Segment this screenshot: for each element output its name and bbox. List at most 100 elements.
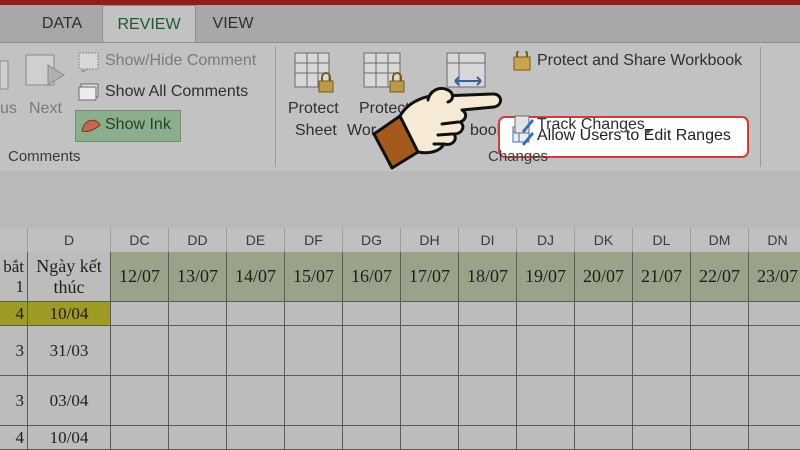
table-cell[interactable]	[459, 376, 517, 426]
table-cell[interactable]	[285, 326, 343, 376]
table-cell[interactable]	[401, 326, 459, 376]
table-cell[interactable]: bắt 1	[0, 252, 28, 302]
date-header-cell[interactable]: 19/07	[517, 252, 575, 302]
previous-comment-button[interactable]: us	[0, 100, 17, 118]
show-all-comments-button[interactable]: Show All Comments	[105, 83, 248, 101]
table-cell[interactable]	[691, 302, 749, 326]
table-cell[interactable]: 31/03	[28, 326, 111, 376]
table-cell[interactable]	[691, 376, 749, 426]
date-header-cell[interactable]: 14/07	[227, 252, 285, 302]
date-header-cell[interactable]: 22/07	[691, 252, 749, 302]
table-cell[interactable]	[285, 376, 343, 426]
table-cell[interactable]: 10/04	[28, 426, 111, 450]
table-cell[interactable]	[227, 426, 285, 450]
table-cell[interactable]	[285, 426, 343, 450]
column-header[interactable]: DI	[459, 228, 517, 252]
table-cell[interactable]: 3	[0, 326, 28, 376]
date-header-cell[interactable]: 15/07	[285, 252, 343, 302]
column-header[interactable]: DF	[285, 228, 343, 252]
table-cell[interactable]	[401, 302, 459, 326]
table-cell[interactable]	[343, 302, 401, 326]
table-cell[interactable]	[227, 302, 285, 326]
table-cell[interactable]	[169, 426, 227, 450]
table-cell[interactable]	[343, 376, 401, 426]
table-cell[interactable]	[459, 426, 517, 450]
chevron-down-icon[interactable]	[643, 123, 653, 141]
table-cell[interactable]	[633, 376, 691, 426]
column-header[interactable]: DN	[749, 228, 800, 252]
table-cell[interactable]	[401, 376, 459, 426]
pointing-hand-icon	[368, 72, 518, 172]
table-cell[interactable]	[111, 376, 169, 426]
table-cell[interactable]	[575, 376, 633, 426]
column-header[interactable]: DH	[401, 228, 459, 252]
column-header[interactable]: DG	[343, 228, 401, 252]
table-cell[interactable]	[111, 426, 169, 450]
date-header-cell[interactable]: 21/07	[633, 252, 691, 302]
tab-view[interactable]: VIEW	[196, 5, 270, 42]
table-cell[interactable]: 4	[0, 426, 28, 450]
column-header[interactable]	[0, 228, 28, 252]
date-header-cell[interactable]: 20/07	[575, 252, 633, 302]
column-header[interactable]: DD	[169, 228, 227, 252]
table-cell[interactable]	[691, 326, 749, 376]
end-date-header-cell[interactable]: Ngày kết thúc	[28, 252, 111, 302]
table-cell[interactable]	[459, 326, 517, 376]
table-cell[interactable]	[227, 326, 285, 376]
protect-sheet-icon	[293, 51, 337, 100]
protect-and-share-workbook-button[interactable]: Protect and Share Workbook	[537, 52, 742, 70]
table-cell[interactable]	[459, 302, 517, 326]
table-cell[interactable]	[575, 326, 633, 376]
table-cell[interactable]	[227, 376, 285, 426]
tab-data[interactable]: DATA	[22, 5, 102, 42]
table-cell[interactable]	[575, 302, 633, 326]
date-header-cell[interactable]: 17/07	[401, 252, 459, 302]
table-cell[interactable]: 10/04	[28, 302, 111, 326]
date-header-cell[interactable]: 23/07	[749, 252, 800, 302]
date-header-cell[interactable]: 16/07	[343, 252, 401, 302]
table-cell[interactable]	[749, 426, 800, 450]
column-header[interactable]: DK	[575, 228, 633, 252]
table-cell[interactable]	[169, 376, 227, 426]
table-cell[interactable]	[517, 326, 575, 376]
table-cell[interactable]: 3	[0, 376, 28, 426]
table-cell[interactable]	[749, 326, 800, 376]
column-header[interactable]: DM	[691, 228, 749, 252]
table-cell[interactable]	[691, 426, 749, 450]
date-header-cell[interactable]: 12/07	[111, 252, 169, 302]
column-header[interactable]: DL	[633, 228, 691, 252]
track-changes-button[interactable]: Track Changes	[537, 116, 645, 134]
table-cell[interactable]	[343, 426, 401, 450]
next-comment-button[interactable]: Next	[29, 100, 62, 118]
column-header[interactable]: DC	[111, 228, 169, 252]
table-cell[interactable]	[285, 302, 343, 326]
table-cell[interactable]	[401, 426, 459, 450]
show-hide-comment-button[interactable]: Show/Hide Comment	[105, 52, 256, 70]
table-cell[interactable]	[633, 326, 691, 376]
tab-review[interactable]: REVIEW	[102, 5, 196, 43]
table-cell[interactable]	[633, 302, 691, 326]
table-cell[interactable]	[749, 376, 800, 426]
column-header[interactable]: DJ	[517, 228, 575, 252]
table-cell[interactable]	[169, 302, 227, 326]
table-cell[interactable]	[575, 426, 633, 450]
table-cell[interactable]	[517, 302, 575, 326]
table-cell[interactable]	[169, 326, 227, 376]
column-header-d[interactable]: D	[28, 228, 111, 252]
show-ink-toggle[interactable]: Show Ink	[75, 110, 181, 142]
table-cell[interactable]	[633, 426, 691, 450]
table-cell[interactable]	[343, 326, 401, 376]
table-cell[interactable]	[749, 302, 800, 326]
date-header-cell[interactable]: 18/07	[459, 252, 517, 302]
table-cell[interactable]: 4	[0, 302, 28, 326]
table-cell[interactable]	[517, 426, 575, 450]
table-cell[interactable]	[517, 376, 575, 426]
date-header-cell[interactable]: 13/07	[169, 252, 227, 302]
table-cell[interactable]: 03/04	[28, 376, 111, 426]
protect-sheet-label-2[interactable]: Sheet	[295, 122, 337, 140]
end-date-value: 10/04	[49, 303, 89, 323]
table-cell[interactable]	[111, 302, 169, 326]
table-cell[interactable]	[111, 326, 169, 376]
protect-sheet-label-1[interactable]: Protect	[288, 100, 339, 118]
column-header[interactable]: DE	[227, 228, 285, 252]
